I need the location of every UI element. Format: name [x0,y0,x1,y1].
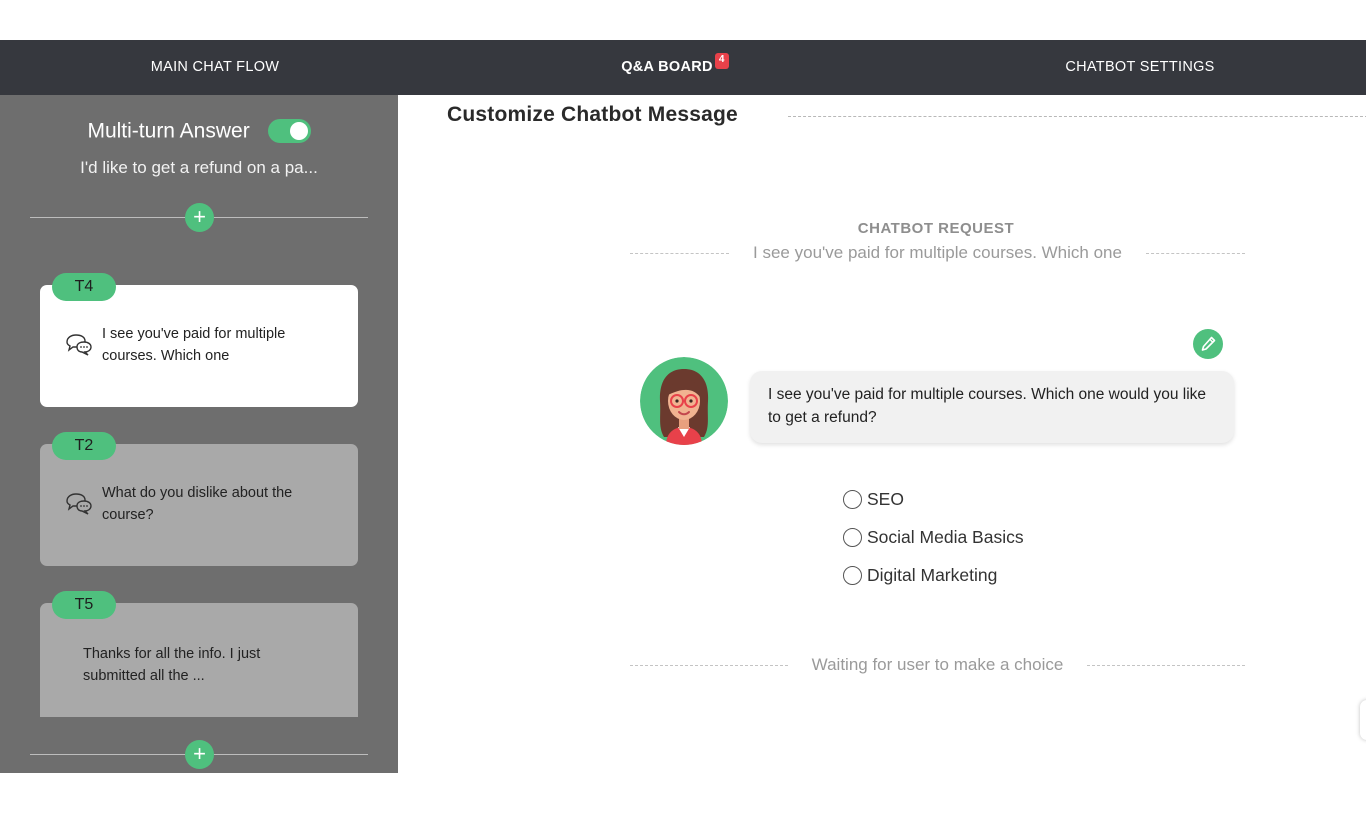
toggle-knob [289,122,308,141]
option-digital-marketing[interactable]: Digital Marketing [843,556,1024,594]
chatbot-avatar [640,357,728,445]
tab-main-chat-flow[interactable]: MAIN CHAT FLOW [0,40,430,95]
chat-bubbles-icon [66,493,92,515]
section-title: Customize Chatbot Message [447,103,738,126]
answer-options: SEO Social Media Basics Digital Marketin… [843,480,1024,594]
radio-button[interactable] [843,527,862,547]
request-text: I see you've paid for multiple courses. … [753,243,1122,262]
question-preview: I'd like to get a refund on a pa... [80,158,318,177]
turn-tag: T2 [52,432,116,460]
turn-card-text: What do you dislike about the course? [102,485,293,523]
tab-main-chat-flow-label: MAIN CHAT FLOW [150,59,280,75]
dashed-line [630,252,730,254]
tab-qa-board-label: Q&A BOARD [621,59,713,75]
pencil-icon [1201,336,1216,351]
request-text-row: I see you've paid for multiple courses. … [630,242,1245,264]
tab-chatbot-settings[interactable]: CHATBOT SETTINGS [920,40,1360,95]
radio-button[interactable] [843,565,862,585]
turn-card-t5[interactable]: T5 Thanks for all the info. I just submi… [40,591,358,717]
turn-card-text: I see you've paid for multiple courses. … [102,326,286,364]
tab-qa-board[interactable]: Q&A BOARD 4 [470,40,880,95]
turn-tag: T5 [52,591,116,619]
chatbot-message-text: I see you've paid for multiple courses. … [768,386,1207,426]
title-divider [788,116,1366,117]
multi-turn-toggle[interactable] [267,119,311,144]
add-turn-button-top[interactable]: + [185,203,214,232]
option-social-media-basics[interactable]: Social Media Basics [843,518,1024,556]
tab-chatbot-settings-label: CHATBOT SETTINGS [1065,59,1215,75]
chat-bubbles-icon [66,334,92,356]
main-panel: Customize Chatbot Message CHATBOT REQUES… [398,95,1366,773]
qa-count-badge: 4 [714,53,729,69]
radio-button[interactable] [843,489,862,509]
turn-card-t2[interactable]: T2 What do you dislike about the course? [40,432,358,566]
option-label: SEO [867,488,904,509]
top-nav: MAIN CHAT FLOW Q&A BOARD 4 CHATBOT SETTIN… [0,40,1366,95]
waiting-row: Waiting for user to make a choice [630,654,1245,676]
chatbot-request-label: CHATBOT REQUEST [857,220,1015,237]
add-turn-button-bottom[interactable]: + [185,740,214,769]
chatbot-message-bubble: I see you've paid for multiple courses. … [750,371,1234,443]
multi-turn-row: Multi-turn Answer [0,119,398,144]
edit-message-button[interactable] [1193,329,1223,359]
dashed-line [1087,664,1245,666]
waiting-text: Waiting for user to make a choice [811,655,1064,674]
sidebar: Multi-turn Answer I'd like to get a refu… [0,95,398,773]
turn-card-text: Thanks for all the info. I just submitte… [83,646,261,684]
dashed-line [630,664,788,666]
option-seo[interactable]: SEO [843,480,1024,518]
dashed-line [1145,252,1245,254]
edge-handle[interactable] [1360,700,1366,740]
option-label: Digital Marketing [867,564,998,585]
multi-turn-label: Multi-turn Answer [87,119,250,143]
turn-tag: T4 [52,273,116,301]
turn-card-t4[interactable]: T4 I see you've paid for multiple course… [40,273,358,407]
option-label: Social Media Basics [867,526,1024,547]
